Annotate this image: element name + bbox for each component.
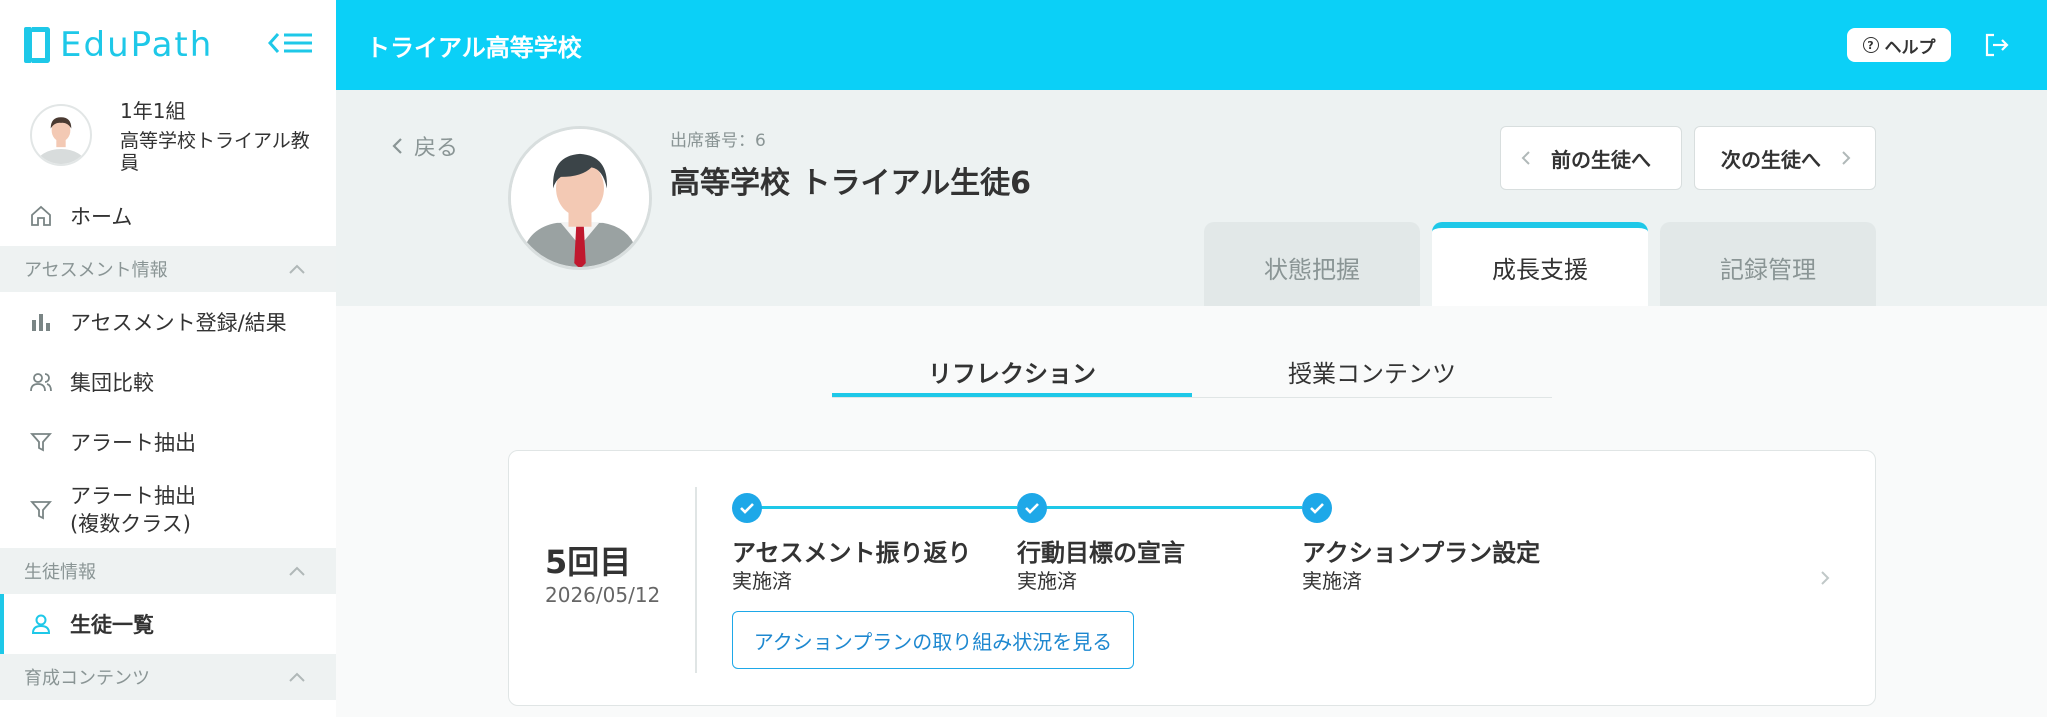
- main-area: 戻る 出席番号：6 高等学校 トライアル生徒6 前の生徒へ 次の生徒へ 状態把握…: [336, 90, 2047, 717]
- attendance-number: 出席番号：6: [670, 131, 766, 151]
- step-check-icon: [732, 493, 762, 523]
- sidebar-item-label: アラート抽出: [70, 431, 196, 455]
- subtab-class-content[interactable]: 授業コンテンツ: [1192, 348, 1552, 397]
- help-label: ヘルプ: [1884, 37, 1936, 58]
- tab-status[interactable]: 状態把握: [1204, 222, 1420, 306]
- sidebar-item-label: 集団比較: [70, 371, 154, 395]
- step-status: 実施済: [1017, 569, 1077, 593]
- user-icon: [28, 611, 54, 637]
- sidebar-item-label: 生徒一覧: [70, 613, 154, 637]
- chevron-left-icon: [392, 138, 402, 154]
- subtab-reflection[interactable]: リフレクション: [832, 348, 1192, 397]
- section-training-content[interactable]: 育成コンテンツ: [0, 654, 336, 700]
- question-icon: ?: [1862, 37, 1879, 53]
- prev-student-label: 前の生徒へ: [1551, 147, 1651, 172]
- chevron-up-icon: [289, 264, 305, 274]
- step-title: アセスメント振り返り: [732, 539, 972, 567]
- user-profile: 1年1組 高等学校トライアル教員: [0, 90, 336, 186]
- sidebar-item-home[interactable]: ホーム: [0, 186, 336, 246]
- step-title: 行動目標の宣言: [1017, 539, 1185, 567]
- chevron-right-icon: [1842, 151, 1851, 165]
- sidebar-item-label: アラート抽出 (複数クラス): [70, 484, 196, 536]
- logo-text: EduPath: [60, 25, 214, 65]
- chevron-right-icon[interactable]: [1819, 569, 1831, 587]
- section-student-info[interactable]: 生徒情報: [0, 548, 336, 594]
- menu-collapse-icon[interactable]: [267, 28, 314, 58]
- round-number: 5回目: [545, 543, 632, 581]
- card-divider: [695, 487, 697, 673]
- home-icon: [28, 203, 54, 229]
- step-title: アクションプラン設定: [1302, 539, 1541, 567]
- sidebar-item-student-list[interactable]: 生徒一覧: [0, 594, 336, 654]
- sidebar-item-alert-extraction[interactable]: アラート抽出: [0, 412, 336, 472]
- bar-chart-icon: [28, 309, 54, 335]
- back-label: 戻る: [414, 136, 459, 161]
- step-check-icon: [1302, 493, 1332, 523]
- header: トライアル高等学校 ? ヘルプ: [336, 0, 2047, 90]
- step-status: 実施済: [1302, 569, 1362, 593]
- student-name: 高等学校 トライアル生徒6: [670, 166, 1032, 201]
- chevron-left-icon: [1521, 151, 1530, 165]
- avatar: [30, 104, 92, 166]
- section-title: 育成コンテンツ: [24, 668, 150, 689]
- user-name: 高等学校トライアル教員: [120, 130, 310, 174]
- sidebar-item-assessment-results[interactable]: アセスメント登録/結果: [0, 292, 336, 352]
- next-student-button[interactable]: 次の生徒へ: [1694, 126, 1876, 190]
- student-avatar: [508, 126, 652, 270]
- student-header: 戻る 出席番号：6 高等学校 トライアル生徒6 前の生徒へ 次の生徒へ 状態把握…: [336, 90, 2047, 306]
- logout-icon[interactable]: [1982, 30, 2012, 60]
- school-title: トライアル高等学校: [366, 33, 582, 62]
- logo[interactable]: EduPath: [0, 0, 336, 90]
- filter-icon: [28, 497, 54, 523]
- sidebar-item-label: アセスメント登録/結果: [70, 311, 287, 335]
- chevron-up-icon: [289, 672, 305, 682]
- section-title: アセスメント情報: [24, 260, 168, 281]
- sidebar-item-alert-extraction-multi[interactable]: アラート抽出 (複数クラス): [0, 472, 336, 548]
- step-check-icon: [1017, 493, 1047, 523]
- filter-icon: [28, 429, 54, 455]
- back-link[interactable]: 戻る: [390, 130, 458, 162]
- content-panel: リフレクション 授業コンテンツ 5回目 2026/05/12 アセスメント振り返…: [336, 306, 2047, 717]
- sidebar-item-label: ホーム: [70, 205, 133, 229]
- step-connector: [747, 506, 1017, 509]
- action-plan-status-button[interactable]: アクションプランの取り組み状況を見る: [732, 611, 1134, 669]
- section-assessment[interactable]: アセスメント情報: [0, 246, 336, 292]
- tab-growth-support[interactable]: 成長支援: [1432, 222, 1648, 306]
- user-class: 1年1組: [120, 99, 186, 123]
- round-date: 2026/05/12: [545, 583, 661, 607]
- tab-records[interactable]: 記録管理: [1660, 222, 1876, 306]
- sidebar: EduPath 1年1組 高等学校トライアル教員 ホーム アセスメント情報 アセ…: [0, 0, 336, 717]
- logo-mark-icon: [24, 27, 50, 63]
- chevron-up-icon: [289, 566, 305, 576]
- step-connector: [1032, 506, 1302, 509]
- step-status: 実施済: [732, 569, 792, 593]
- next-student-label: 次の生徒へ: [1721, 147, 1821, 172]
- reflection-card[interactable]: 5回目 2026/05/12 アセスメント振り返り 実施済 行動目標の宣言 実施…: [508, 450, 1876, 706]
- section-title: 生徒情報: [24, 562, 96, 583]
- users-icon: [28, 369, 54, 395]
- help-button[interactable]: ? ヘルプ: [1847, 28, 1951, 62]
- subtab-bar: リフレクション 授業コンテンツ: [832, 348, 1552, 398]
- prev-student-button[interactable]: 前の生徒へ: [1500, 126, 1682, 190]
- sidebar-item-group-comparison[interactable]: 集団比較: [0, 352, 336, 412]
